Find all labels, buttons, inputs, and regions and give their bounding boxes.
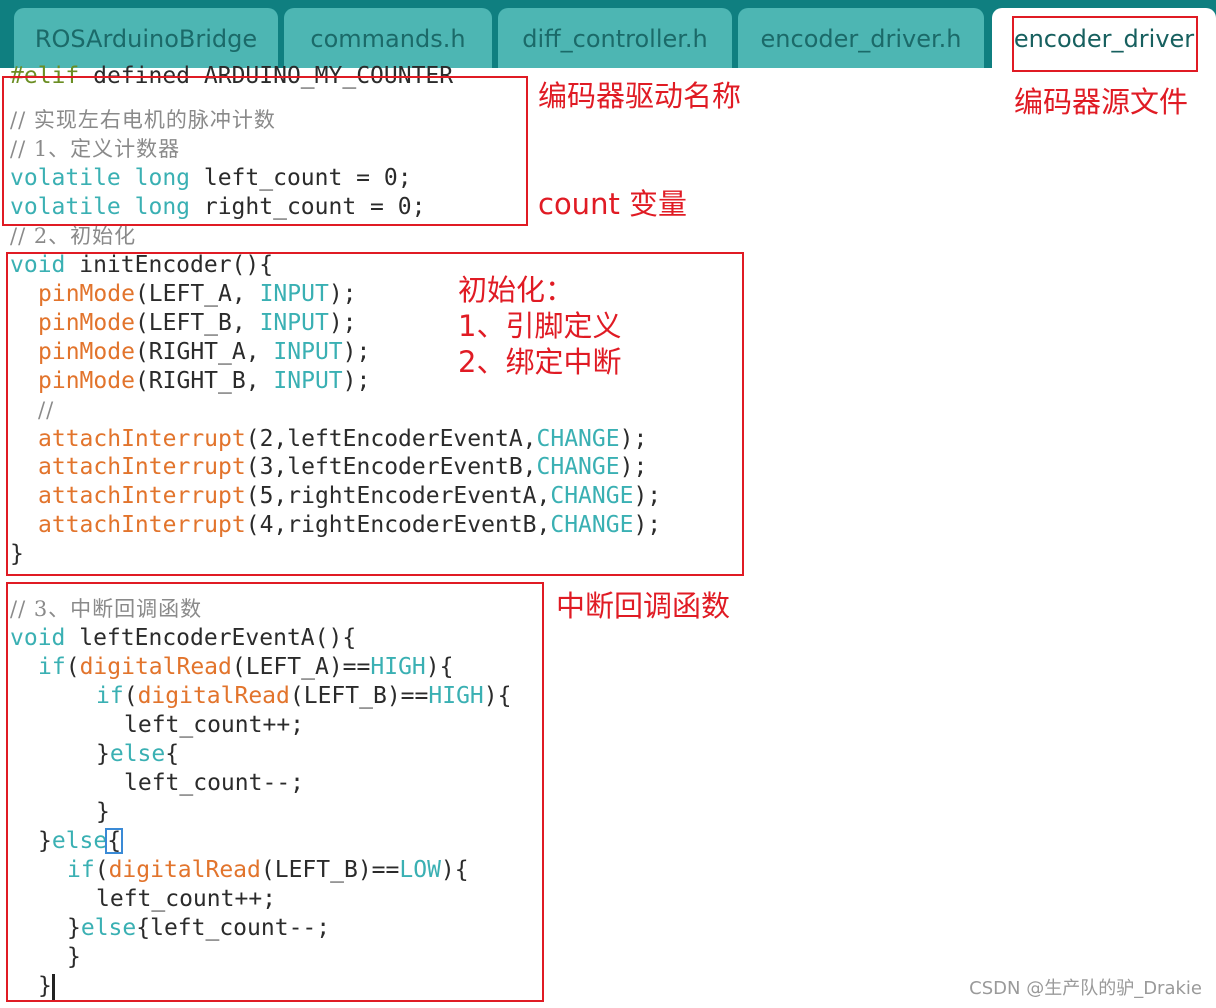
annotation-callbacks: 中断回调函数	[556, 589, 731, 623]
annotation-init-2: 2、绑定中断	[458, 345, 622, 379]
watermark: CSDN @生产队的驴_Drakie	[969, 978, 1202, 999]
annotation-init-title: 初始化：	[458, 273, 575, 307]
highlight-box-callbacks	[6, 582, 544, 1002]
annotation-source-file: 编码器源文件	[1014, 85, 1189, 119]
tab-commands-h[interactable]: commands.h	[284, 8, 492, 68]
annotation-init-1: 1、引脚定义	[458, 309, 622, 343]
highlight-box-source-file	[1012, 16, 1198, 72]
highlight-box-init	[6, 252, 744, 576]
annotation-encoder-name: 编码器驱动名称	[538, 79, 742, 113]
annotation-count-vars: count 变量	[538, 187, 688, 221]
tab-diff-controller-h[interactable]: diff_controller.h	[498, 8, 732, 68]
tab-encoder-driver-h[interactable]: encoder_driver.h	[738, 8, 984, 68]
highlight-box-encoder-name	[2, 76, 528, 226]
tab-rosarduinobridge[interactable]: ROSArduinoBridge	[14, 8, 278, 68]
code-comment: // 2、初始化	[10, 224, 137, 248]
